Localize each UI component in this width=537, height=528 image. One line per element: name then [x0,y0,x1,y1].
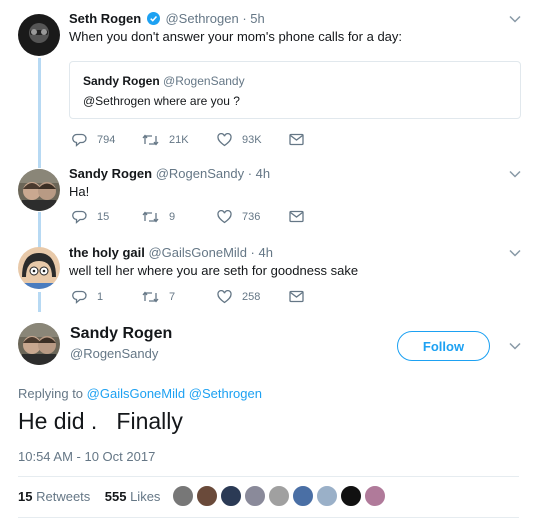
message-button[interactable] [289,290,314,303]
main-author-name[interactable]: Sandy Rogen [70,325,172,343]
retweet-count: 21K [169,134,189,146]
liker-avatar[interactable] [172,485,194,507]
liker-avatar[interactable] [316,485,338,507]
reply-count: 794 [97,134,116,146]
chevron-down-icon[interactable] [509,15,521,23]
tweet-time[interactable]: · 4h [251,245,273,260]
tweet-header: the holy gail @GailsGoneMild · 4h [69,245,273,260]
verified-icon [146,12,160,25]
reply-button[interactable]: 794 [72,133,115,147]
retweets-label: Retweets [36,489,91,504]
message-icon [289,290,304,303]
author-name[interactable]: Seth Rogen [69,11,141,26]
like-icon [217,210,232,224]
likes-count: 555 [104,489,127,504]
quote-text: @Sethrogen where are you ? [83,94,240,108]
tweet-text: Ha! [69,184,90,199]
liker-avatar[interactable] [196,485,218,507]
retweet-button[interactable]: 7 [142,290,175,304]
like-button[interactable]: 93K [217,133,262,147]
liker-avatar[interactable] [292,485,314,507]
quote-author-handle: @RogenSandy [163,74,245,88]
reply-mention-link[interactable]: @GailsGoneMild [87,386,185,401]
chevron-down-icon[interactable] [509,342,521,350]
chevron-down-icon[interactable] [509,249,521,257]
tweet-header: Seth Rogen @Sethrogen · 5h [69,11,265,26]
liker-avatar[interactable] [220,485,242,507]
retweet-count: 9 [169,211,176,223]
follow-button[interactable]: Follow [397,331,490,361]
avatar[interactable] [18,14,60,56]
retweets-count: 15 [18,489,33,504]
like-icon [217,290,232,304]
thread-line [38,292,41,312]
thread-line [38,58,41,168]
tweet-text: well tell her where you are seth for goo… [69,263,359,278]
tweet-stats: 15 Retweets 555 Likes [18,489,160,504]
main-avatar[interactable] [18,323,60,365]
like-count: 93K [242,134,262,146]
retweet-icon [142,291,159,303]
reply-count: 1 [97,291,104,303]
like-button[interactable]: 736 [217,210,260,224]
divider [18,476,519,477]
reply-icon [72,133,87,147]
replying-to: Replying to @GailsGoneMild @Sethrogen [18,386,262,401]
avatar[interactable] [18,169,60,211]
likes-label: Likes [130,489,161,504]
divider [18,517,519,518]
quote-author-name: Sandy Rogen [83,74,160,88]
message-button[interactable] [289,133,314,146]
replying-prefix: Replying to [18,386,84,401]
quote-header: Sandy Rogen @RogenSandy [83,74,245,88]
retweets-stat[interactable]: 15 Retweets [18,489,90,504]
message-button[interactable] [289,210,314,223]
liker-avatars [172,485,412,509]
reply-button[interactable]: 15 [72,210,109,224]
author-name[interactable]: the holy gail [69,245,145,260]
retweet-icon [142,211,159,223]
author-handle[interactable]: @Sethrogen [165,11,238,26]
like-count: 258 [242,291,261,303]
retweet-button[interactable]: 21K [142,133,189,147]
like-button[interactable]: 258 [217,290,260,304]
author-name[interactable]: Sandy Rogen [69,166,152,181]
main-author-handle[interactable]: @RogenSandy [70,346,158,361]
tweet-timestamp[interactable]: 10:54 AM - 10 Oct 2017 [18,449,155,464]
message-icon [289,133,304,146]
tweet-time[interactable]: · 4h [248,166,270,181]
tweet-text: When you don't answer your mom's phone c… [69,29,403,44]
main-tweet-text: He did . Finally [18,408,183,434]
reply-icon [72,210,87,224]
quoted-tweet[interactable]: Sandy Rogen @RogenSandy @Sethrogen where… [69,61,521,119]
reply-icon [72,290,87,304]
message-icon [289,210,304,223]
reply-count: 15 [97,211,110,223]
tweet-header: Sandy Rogen @RogenSandy · 4h [69,166,270,181]
liker-avatar[interactable] [268,485,290,507]
liker-avatar[interactable] [340,485,362,507]
tweet-time[interactable]: · 5h [242,11,264,26]
liker-avatar[interactable] [364,485,386,507]
liker-avatar[interactable] [244,485,266,507]
like-count: 736 [242,211,261,223]
thread-line [38,212,41,250]
author-handle[interactable]: @RogenSandy [156,166,244,181]
author-handle[interactable]: @GailsGoneMild [148,245,246,260]
chevron-down-icon[interactable] [509,170,521,178]
likes-stat[interactable]: 555 Likes [105,489,161,504]
retweet-count: 7 [169,291,176,303]
retweet-icon [142,134,159,146]
like-icon [217,133,232,147]
reply-mention-link[interactable]: @Sethrogen [189,386,262,401]
avatar[interactable] [18,247,60,289]
reply-button[interactable]: 1 [72,290,103,304]
retweet-button[interactable]: 9 [142,210,175,224]
